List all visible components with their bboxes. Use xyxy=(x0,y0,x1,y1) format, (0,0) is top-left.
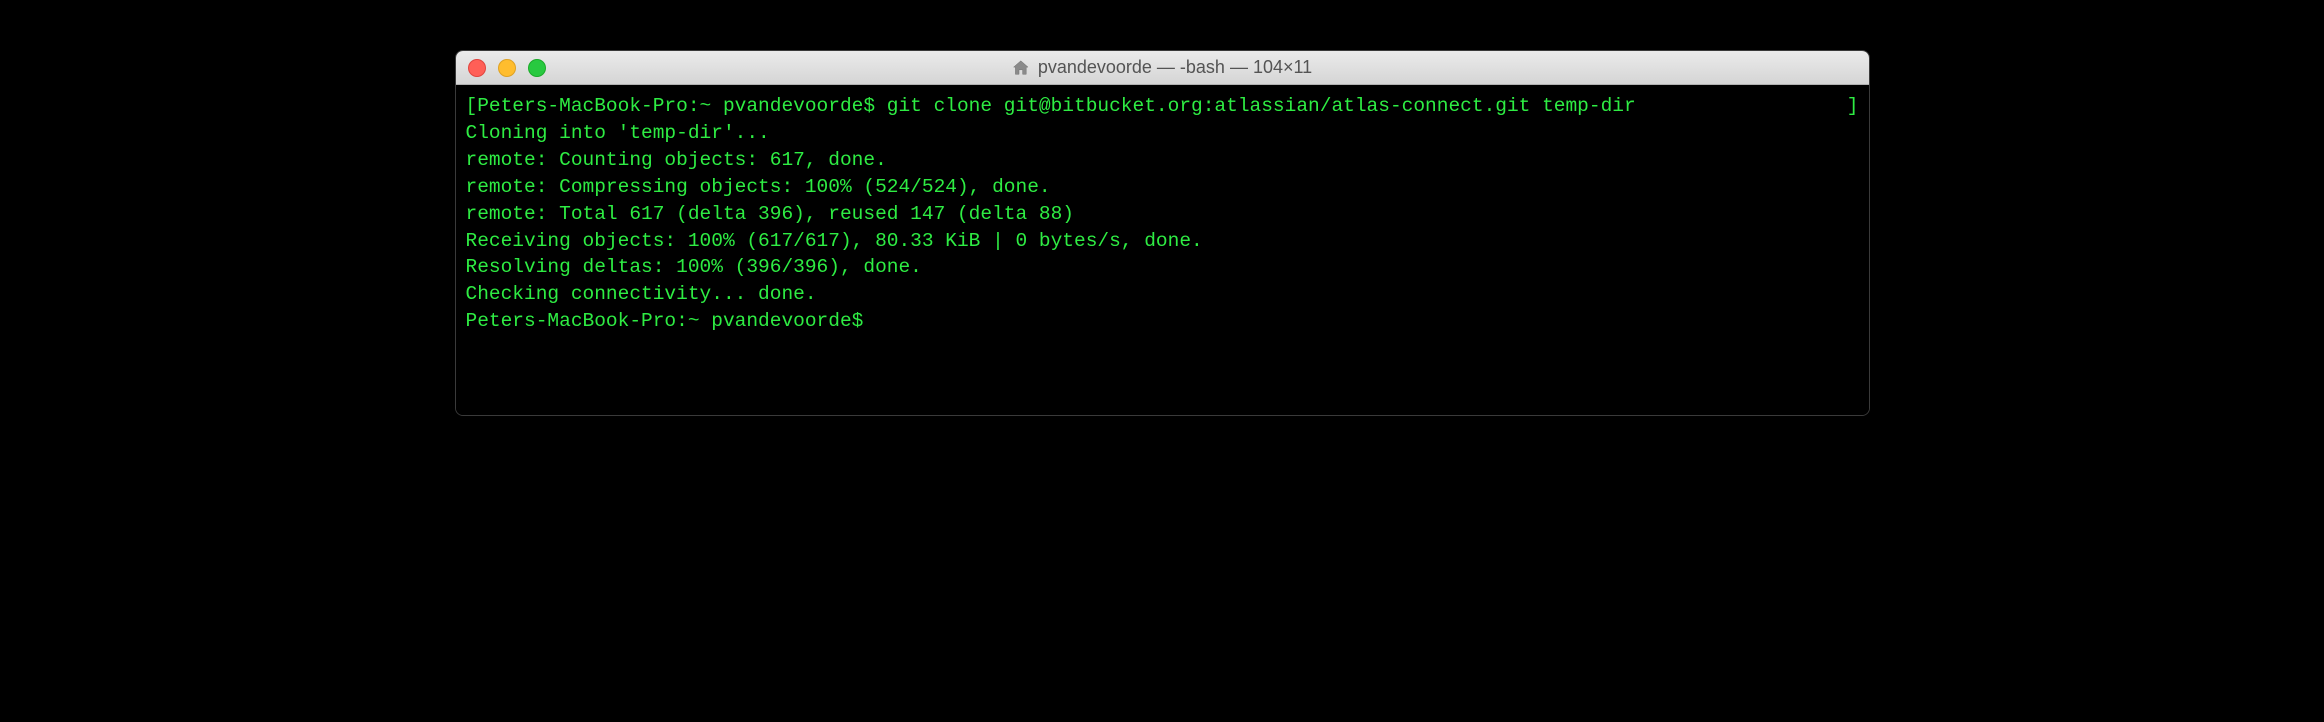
traffic-lights xyxy=(468,59,546,77)
title-bar[interactable]: pvandevoorde — -bash — 104×11 xyxy=(456,51,1869,85)
final-prompt-line: Peters-MacBook-Pro:~ pvandevoorde$ xyxy=(466,308,1859,335)
prompt-content: Peters-MacBook-Pro:~ pvandevoorde$ git c… xyxy=(477,93,1847,120)
prompt-open-bracket: [ xyxy=(466,93,478,120)
output-line: remote: Counting objects: 617, done. xyxy=(466,147,1859,174)
output-line: Checking connectivity... done. xyxy=(466,281,1859,308)
final-prompt: Peters-MacBook-Pro:~ pvandevoorde$ xyxy=(466,308,876,335)
close-button[interactable] xyxy=(468,59,486,77)
terminal-body[interactable]: [ Peters-MacBook-Pro:~ pvandevoorde$ git… xyxy=(456,85,1869,415)
output-line: remote: Compressing objects: 100% (524/5… xyxy=(466,174,1859,201)
output-line: Receiving objects: 100% (617/617), 80.33… xyxy=(466,228,1859,255)
output-line: remote: Total 617 (delta 396), reused 14… xyxy=(466,201,1859,228)
output-line: Cloning into 'temp-dir'... xyxy=(466,120,1859,147)
terminal-window: pvandevoorde — -bash — 104×11 [ Peters-M… xyxy=(455,50,1870,416)
zoom-button[interactable] xyxy=(528,59,546,77)
window-title: pvandevoorde — -bash — 104×11 xyxy=(1038,57,1312,78)
minimize-button[interactable] xyxy=(498,59,516,77)
home-icon xyxy=(1012,59,1030,77)
prompt-line: [ Peters-MacBook-Pro:~ pvandevoorde$ git… xyxy=(466,93,1859,120)
title-bar-content: pvandevoorde — -bash — 104×11 xyxy=(1012,57,1312,78)
output-line: Resolving deltas: 100% (396/396), done. xyxy=(466,254,1859,281)
prompt-close-bracket: ] xyxy=(1847,93,1859,120)
